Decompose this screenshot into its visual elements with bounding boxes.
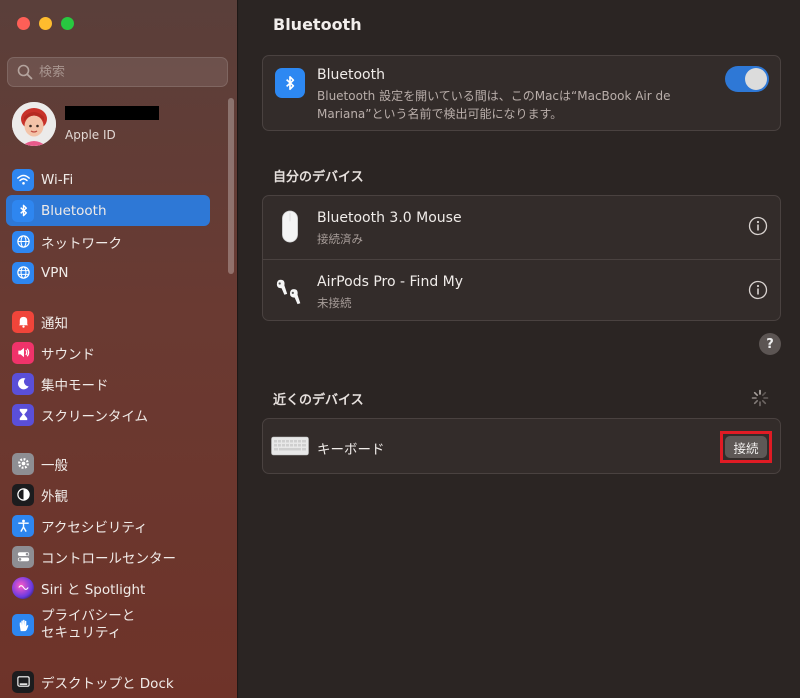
globe-icon <box>12 230 34 253</box>
connect-button-highlight: 接続 <box>720 431 772 463</box>
sidebar-item-sound[interactable]: サウンド <box>6 337 210 368</box>
sidebar-item-vpn[interactable]: VPN <box>6 257 210 288</box>
sidebar-item-label-line2: セキュリティ <box>41 625 122 641</box>
appearance-icon <box>12 483 34 506</box>
nearby-devices-heading: 近くのデバイス <box>273 393 364 408</box>
nearby-row-keyboard[interactable]: キーボード 接続 <box>263 419 780 475</box>
sidebar-item-focus[interactable]: 集中モード <box>6 368 210 399</box>
sidebar-item-label: Siri と Spotlight <box>41 581 146 598</box>
page-title: Bluetooth <box>273 15 362 34</box>
bell-icon <box>12 310 34 333</box>
sidebar-item-control-center[interactable]: コントロールセンター <box>6 541 210 572</box>
minimize-window-button[interactable] <box>39 17 52 30</box>
device-status: 未接続 <box>317 296 352 310</box>
sidebar-group-desktop: デスクトップと Dock <box>6 666 210 697</box>
sidebar-group-general: 一般 外観 アクセシビリティ コントロールセンター Siri と Spotlig… <box>6 448 210 647</box>
sidebar-item-notifications[interactable]: 通知 <box>6 306 210 337</box>
device-row-airpods[interactable]: AirPods Pro - Find My 未接続 <box>263 259 780 321</box>
nearby-devices-list: キーボード 接続 <box>262 418 781 474</box>
window-controls <box>17 17 74 30</box>
memoji-icon <box>12 102 56 146</box>
zoom-window-button[interactable] <box>61 17 74 30</box>
sidebar-item-accessibility[interactable]: アクセシビリティ <box>6 510 210 541</box>
airpods-icon <box>275 272 305 310</box>
sidebar-item-label: デスクトップと Dock <box>41 675 174 692</box>
device-name: AirPods Pro - Find My <box>317 274 464 290</box>
siri-icon <box>12 576 34 599</box>
bluetooth-card-title: Bluetooth <box>317 67 385 83</box>
sidebar-item-label: 外観 <box>41 488 68 505</box>
main-content: Bluetooth Bluetooth Bluetooth 設定を開いている間は… <box>239 0 800 698</box>
sidebar-item-wifi[interactable]: Wi-Fi <box>6 164 210 195</box>
keyboard-icon <box>271 436 309 456</box>
bluetooth-icon <box>275 68 305 98</box>
close-window-button[interactable] <box>17 17 30 30</box>
sidebar-item-screen-time[interactable]: スクリーンタイム <box>6 399 210 430</box>
bluetooth-settings-card: Bluetooth Bluetooth 設定を開いている間は、このMacは“Ma… <box>262 55 781 131</box>
search-icon <box>17 64 33 80</box>
search-field[interactable] <box>7 57 228 87</box>
account-subtitle: Apple ID <box>65 127 116 142</box>
sidebar-item-label-line1: プライバシーと <box>41 608 136 624</box>
apple-id-account[interactable]: Apple ID <box>12 102 227 146</box>
hand-icon <box>12 614 34 636</box>
sidebar-item-label: スクリーンタイム <box>41 408 149 425</box>
device-name: Bluetooth 3.0 Mouse <box>317 210 462 226</box>
sidebar-group-network: Wi-Fi Bluetooth ネットワーク VPN <box>6 164 210 288</box>
my-devices-heading: 自分のデバイス <box>273 170 364 185</box>
speaker-icon <box>12 341 34 364</box>
sidebar-item-bluetooth[interactable]: Bluetooth <box>6 195 210 226</box>
switches-icon <box>12 545 34 568</box>
sidebar-item-label: 一般 <box>41 457 68 474</box>
vpn-globe-icon <box>12 261 34 284</box>
help-button[interactable]: ? <box>759 333 781 355</box>
sidebar-item-network[interactable]: ネットワーク <box>6 226 210 257</box>
sidebar-item-siri-spotlight[interactable]: Siri と Spotlight <box>6 572 210 603</box>
info-icon[interactable] <box>748 216 768 236</box>
sidebar-item-label: 集中モード <box>41 377 109 394</box>
wifi-icon <box>12 168 34 191</box>
bluetooth-icon <box>12 199 34 222</box>
avatar <box>12 102 56 146</box>
account-name-redacted <box>65 105 159 120</box>
hourglass-icon <box>12 403 34 426</box>
sidebar-item-label: Wi-Fi <box>41 171 74 188</box>
toggle-knob <box>745 68 767 90</box>
sidebar-item-label: Bluetooth <box>41 202 107 219</box>
info-icon[interactable] <box>748 280 768 300</box>
sidebar-item-label: 通知 <box>41 315 68 332</box>
search-input[interactable] <box>39 64 219 80</box>
accessibility-icon <box>12 514 34 537</box>
my-devices-list: Bluetooth 3.0 Mouse 接続済み AirPods Pro - F… <box>262 195 781 321</box>
sidebar-item-label: プライバシーと セキュリティ <box>41 608 135 642</box>
device-row-mouse[interactable]: Bluetooth 3.0 Mouse 接続済み <box>263 196 780 258</box>
sidebar-item-label: ネットワーク <box>41 235 122 252</box>
sidebar-item-desktop-dock[interactable]: デスクトップと Dock <box>6 666 210 697</box>
sidebar-item-label: コントロールセンター <box>41 550 176 567</box>
loading-spinner-icon <box>751 389 769 407</box>
moon-icon <box>12 372 34 395</box>
sidebar-item-label: アクセシビリティ <box>41 519 148 536</box>
sidebar-group-notifications: 通知 サウンド 集中モード スクリーンタイム <box>6 306 210 430</box>
sidebar-item-privacy-security[interactable]: プライバシーと セキュリティ <box>6 603 210 647</box>
sidebar-scrollbar[interactable] <box>228 98 234 274</box>
dock-icon <box>12 670 34 693</box>
sidebar-item-appearance[interactable]: 外観 <box>6 479 210 510</box>
sidebar-item-label: VPN <box>41 264 69 281</box>
connect-button[interactable]: 接続 <box>725 436 767 458</box>
sidebar: Apple ID Wi-Fi Bluetooth ネットワーク VPN <box>0 0 238 698</box>
device-name: キーボード <box>317 442 385 458</box>
sidebar-item-label: サウンド <box>41 346 95 363</box>
device-status: 接続済み <box>317 232 363 246</box>
bluetooth-toggle[interactable] <box>725 66 769 92</box>
gear-icon <box>12 452 34 475</box>
sidebar-item-general[interactable]: 一般 <box>6 448 210 479</box>
bluetooth-card-description: Bluetooth 設定を開いている間は、このMacは“MacBook Air … <box>317 89 671 121</box>
mouse-icon <box>275 208 305 246</box>
